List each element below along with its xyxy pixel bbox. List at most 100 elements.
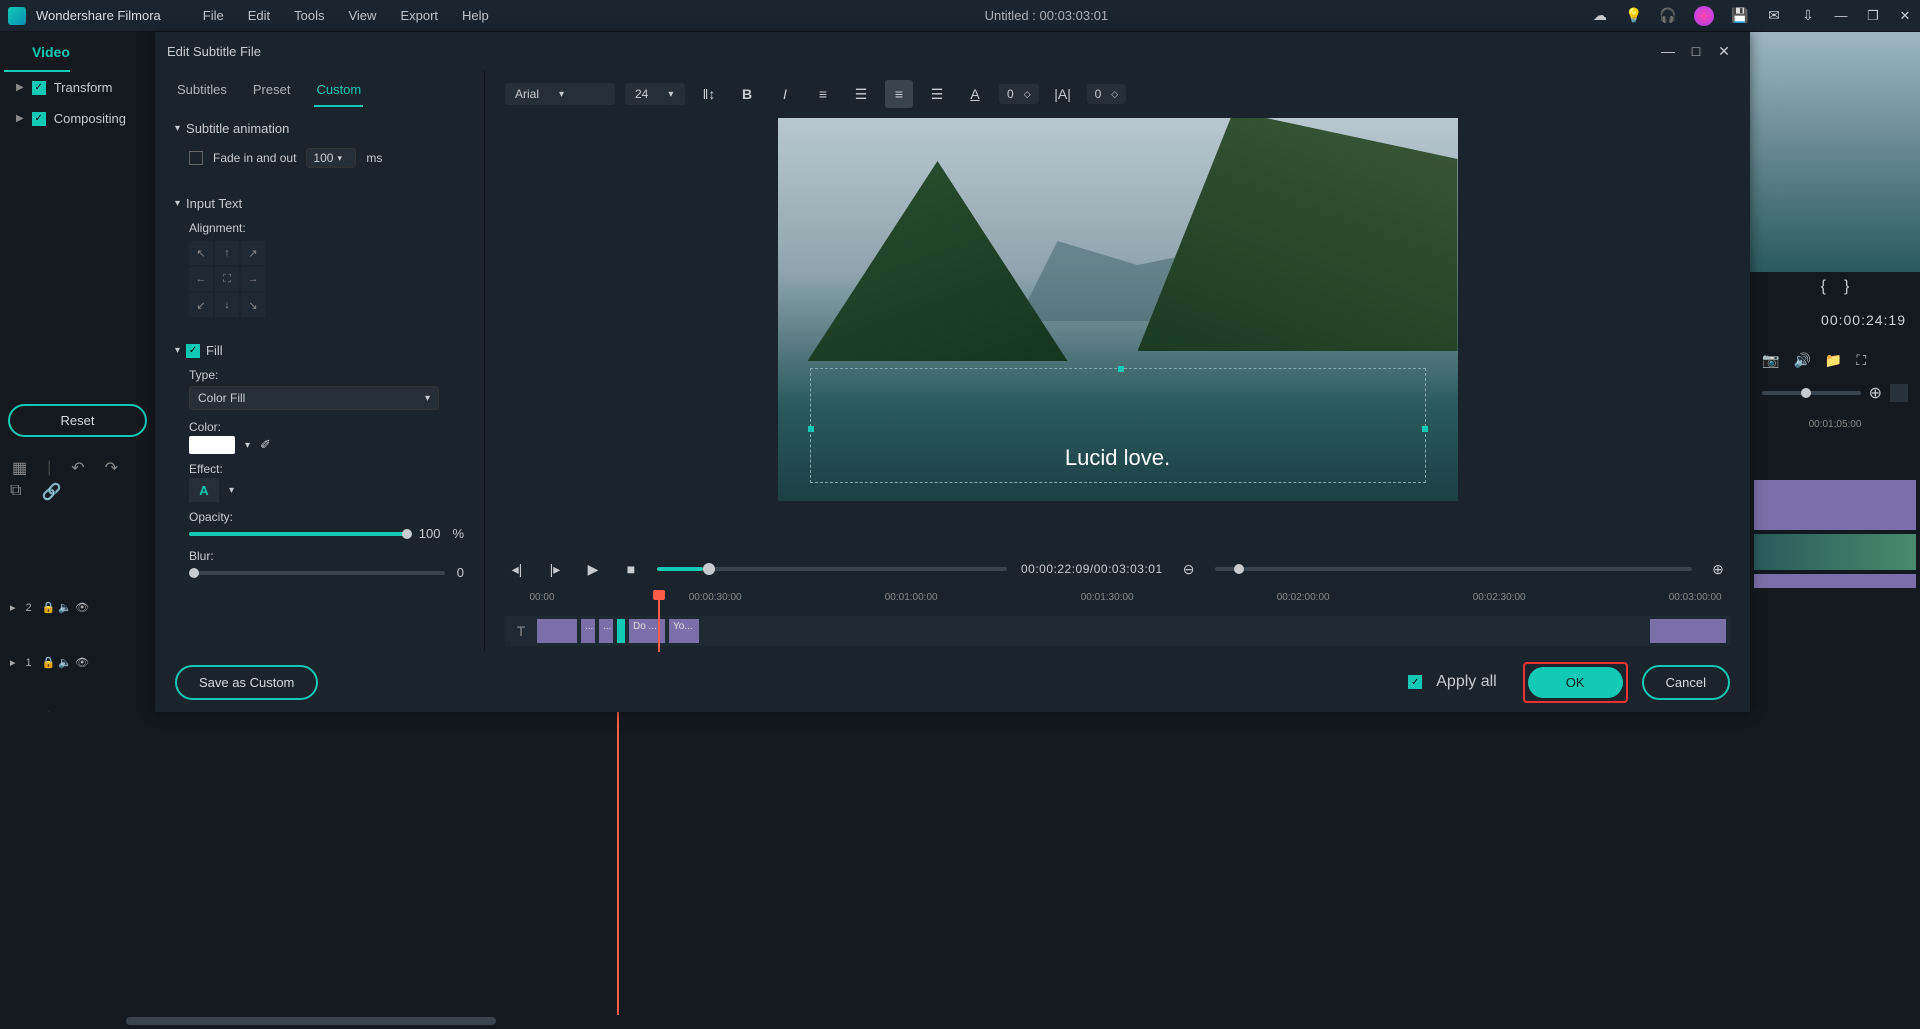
section-input-text[interactable]: ▾ Input Text	[175, 190, 464, 217]
timeline-scrollbar[interactable]	[126, 1017, 496, 1025]
opacity-slider[interactable]	[189, 532, 407, 536]
line-spacing-icon[interactable]: ‖↕	[695, 80, 723, 108]
align-center-button[interactable]: ☰	[847, 80, 875, 108]
section-fill[interactable]: ▾ ✓ Fill	[175, 337, 464, 364]
track-text[interactable]: ▸ 2 🔒 🔈 👁	[0, 580, 126, 635]
align-right-button[interactable]: ≡	[885, 80, 913, 108]
link-icon[interactable]: 🔗	[41, 482, 61, 502]
subtitle-clip[interactable]	[537, 619, 577, 643]
save-icon[interactable]: 💾	[1732, 8, 1748, 24]
cloud-icon[interactable]: ☁	[1592, 8, 1608, 24]
align-top-left[interactable]: ↖	[189, 241, 213, 265]
color-dropdown-icon[interactable]: ▾	[245, 440, 250, 451]
modal-maximize-button[interactable]: □	[1682, 43, 1710, 59]
brace-left-icon[interactable]: {	[1821, 278, 1826, 296]
subtitle-clip-active[interactable]	[617, 619, 625, 643]
align-left-button[interactable]: ≡	[809, 80, 837, 108]
progress-bar[interactable]	[657, 567, 1007, 571]
align-right[interactable]: →	[241, 267, 265, 291]
subtitle-clip[interactable]: ...	[599, 619, 613, 643]
subtitle-clip[interactable]	[1650, 619, 1726, 643]
blur-slider[interactable]	[189, 571, 445, 575]
mini-playhead[interactable]	[658, 592, 660, 652]
subtitle-track[interactable]: T ... ... Do ... Yo...	[505, 616, 1730, 646]
tab-subtitles[interactable]: Subtitles	[175, 78, 229, 107]
align-center[interactable]: ⛶	[215, 267, 239, 291]
menu-view[interactable]: View	[336, 4, 388, 27]
tracking-input[interactable]: 0◇	[1087, 84, 1127, 104]
video-tab[interactable]: Video	[4, 32, 70, 72]
section-compositing[interactable]: ▶ ✓ Compositing	[0, 103, 155, 134]
track-video[interactable]: ▸ 1 🔒 🔈 👁	[0, 635, 126, 690]
subtitle-text[interactable]: Lucid love.	[778, 445, 1458, 471]
menu-export[interactable]: Export	[388, 4, 450, 27]
fill-type-dropdown[interactable]: Color Fill▾	[189, 386, 439, 410]
audio-clip-sliver[interactable]	[1754, 574, 1916, 588]
tracking-icon[interactable]: |A|	[1049, 80, 1077, 108]
align-bottom-right[interactable]: ↘	[241, 293, 265, 317]
text-clip-sliver[interactable]	[1754, 480, 1916, 530]
brace-right-icon[interactable]: }	[1844, 278, 1849, 296]
effect-dropdown-icon[interactable]: ▾	[229, 485, 234, 496]
download-icon[interactable]: ⇩	[1800, 8, 1816, 24]
color-swatch[interactable]	[189, 436, 235, 454]
redo-icon[interactable]: ↷	[105, 458, 118, 478]
cancel-button[interactable]: Cancel	[1642, 665, 1730, 700]
ok-button[interactable]: OK	[1528, 667, 1623, 698]
subtitle-clip[interactable]: ...	[581, 619, 595, 643]
copy-icon[interactable]: ⧉	[10, 482, 21, 502]
section-subtitle-animation[interactable]: ▾ Subtitle animation	[175, 115, 464, 142]
snapshot-icon[interactable]: 📷	[1762, 352, 1779, 369]
align-justify-button[interactable]: ☰	[923, 80, 951, 108]
folder-icon[interactable]: 📁	[1825, 352, 1842, 369]
support-icon[interactable]: 🎧	[1660, 8, 1676, 24]
char-spacing-input[interactable]: 0◇	[999, 84, 1039, 104]
undo-icon[interactable]: ↶	[71, 458, 84, 478]
align-bottom[interactable]: ↓	[215, 293, 239, 317]
section-transform[interactable]: ▶ ✓ Transform	[0, 72, 155, 103]
menu-edit[interactable]: Edit	[236, 4, 282, 27]
step-back-button[interactable]: ◂|	[505, 557, 529, 581]
fade-duration-input[interactable]: 100 ▾	[306, 148, 356, 168]
menu-file[interactable]: File	[191, 4, 236, 27]
modal-close-button[interactable]: ✕	[1710, 43, 1738, 60]
zoom-in-button[interactable]: ⊕	[1706, 557, 1730, 581]
align-top[interactable]: ↑	[215, 241, 239, 265]
text-color-button[interactable]: A	[961, 80, 989, 108]
tab-preset[interactable]: Preset	[251, 78, 293, 107]
menu-help[interactable]: Help	[450, 4, 501, 27]
user-avatar[interactable]	[1694, 6, 1714, 26]
menu-tools[interactable]: Tools	[282, 4, 336, 27]
fade-checkbox[interactable]	[189, 151, 203, 165]
mail-icon[interactable]: ✉	[1766, 8, 1782, 24]
video-preview[interactable]: Lucid love.	[778, 118, 1458, 501]
maximize-button[interactable]: ❐	[1866, 9, 1880, 23]
timeline-playhead[interactable]	[617, 712, 619, 1015]
italic-button[interactable]: I	[771, 80, 799, 108]
zoom-in-icon[interactable]: ⊕	[1869, 383, 1882, 403]
video-clip-sliver[interactable]	[1754, 534, 1916, 570]
audio-icon[interactable]: 🔊	[1793, 352, 1810, 369]
step-forward-button[interactable]: |▸	[543, 557, 567, 581]
font-family-dropdown[interactable]: Arial▾	[505, 83, 615, 105]
reset-button[interactable]: Reset	[8, 404, 147, 437]
minimize-button[interactable]: —	[1834, 9, 1848, 23]
tab-custom[interactable]: Custom	[314, 78, 363, 107]
stop-button[interactable]: ■	[619, 557, 643, 581]
save-as-custom-button[interactable]: Save as Custom	[175, 665, 318, 700]
tips-icon[interactable]: 💡	[1626, 8, 1642, 24]
font-size-dropdown[interactable]: 24▾	[625, 83, 685, 105]
close-button[interactable]: ✕	[1898, 9, 1912, 23]
eyedropper-icon[interactable]: ✐	[260, 437, 271, 453]
subtitle-clip[interactable]: Yo...	[669, 619, 699, 643]
transform-checkbox[interactable]: ✓	[32, 81, 46, 95]
align-left[interactable]: ←	[189, 267, 213, 291]
fill-checkbox[interactable]: ✓	[186, 344, 200, 358]
effect-preview[interactable]: A	[189, 478, 219, 502]
align-bottom-left[interactable]: ↙	[189, 293, 213, 317]
play-button[interactable]: ▶	[581, 557, 605, 581]
bold-button[interactable]: B	[733, 80, 761, 108]
modal-minimize-button[interactable]: —	[1654, 43, 1682, 59]
zoom-out-button[interactable]: ⊖	[1177, 557, 1201, 581]
align-top-right[interactable]: ↗	[241, 241, 265, 265]
